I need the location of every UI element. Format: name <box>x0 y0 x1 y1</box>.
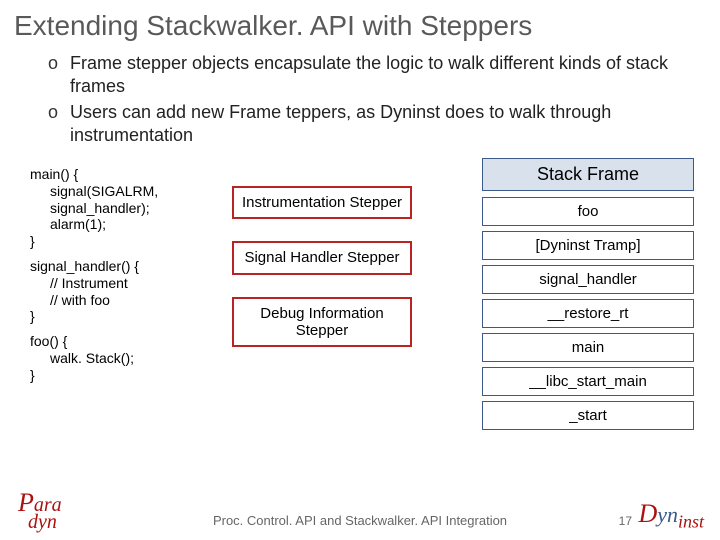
code-main: main() { signal(SIGALRM, signal_handler)… <box>30 166 210 250</box>
stack-frame-column: Stack Frame foo [Dyninst Tramp] signal_h… <box>482 158 694 435</box>
stack-cell: __restore_rt <box>482 299 694 328</box>
stepper-signal-handler: Signal Handler Stepper <box>232 241 412 274</box>
bullet-item: o Users can add new Frame teppers, as Dy… <box>48 101 690 146</box>
stack-cell: __libc_start_main <box>482 367 694 396</box>
code-line: } <box>30 308 210 325</box>
code-line: foo() { <box>30 333 210 350</box>
code-line: // with foo <box>30 292 210 309</box>
code-line: signal(SIGALRM, <box>30 183 210 200</box>
stepper-instrumentation: Instrumentation Stepper <box>232 186 412 219</box>
stack-cell: _start <box>482 401 694 430</box>
stack-cell: foo <box>482 197 694 226</box>
code-signal-handler: signal_handler() { // Instrument // with… <box>30 258 210 325</box>
code-line: signal_handler() { <box>30 258 210 275</box>
bullet-text: Frame stepper objects encapsulate the lo… <box>70 52 690 97</box>
code-line: signal_handler); <box>30 200 210 217</box>
stack-cell: [Dyninst Tramp] <box>482 231 694 260</box>
code-column: main() { signal(SIGALRM, signal_handler)… <box>30 158 210 384</box>
dyninst-logo: Dyninst <box>638 499 704 532</box>
slide-title: Extending Stackwalker. API with Steppers <box>0 0 720 48</box>
stack-cell: signal_handler <box>482 265 694 294</box>
code-line: } <box>30 233 210 250</box>
stepper-column: Instrumentation Stepper Signal Handler S… <box>232 186 412 369</box>
code-line: main() { <box>30 166 210 183</box>
footer-caption: Proc. Control. API and Stackwalker. API … <box>0 513 720 528</box>
bullet-item: o Frame stepper objects encapsulate the … <box>48 52 690 97</box>
bullet-marker: o <box>48 101 70 146</box>
bullet-marker: o <box>48 52 70 97</box>
page-number: 17 <box>619 514 632 528</box>
bullet-text: Users can add new Frame teppers, as Dyni… <box>70 101 690 146</box>
stepper-debug-info: Debug Information Stepper <box>232 297 412 348</box>
code-foo: foo() { walk. Stack(); } <box>30 333 210 383</box>
stack-header: Stack Frame <box>482 158 694 191</box>
footer: Para dyn Proc. Control. API and Stackwal… <box>0 492 720 532</box>
code-line: walk. Stack(); <box>30 350 210 367</box>
code-line: alarm(1); <box>30 216 210 233</box>
code-line: } <box>30 367 210 384</box>
stack-cell: main <box>482 333 694 362</box>
content-area: main() { signal(SIGALRM, signal_handler)… <box>0 158 720 468</box>
bullet-list: o Frame stepper objects encapsulate the … <box>0 48 720 158</box>
code-line: // Instrument <box>30 275 210 292</box>
